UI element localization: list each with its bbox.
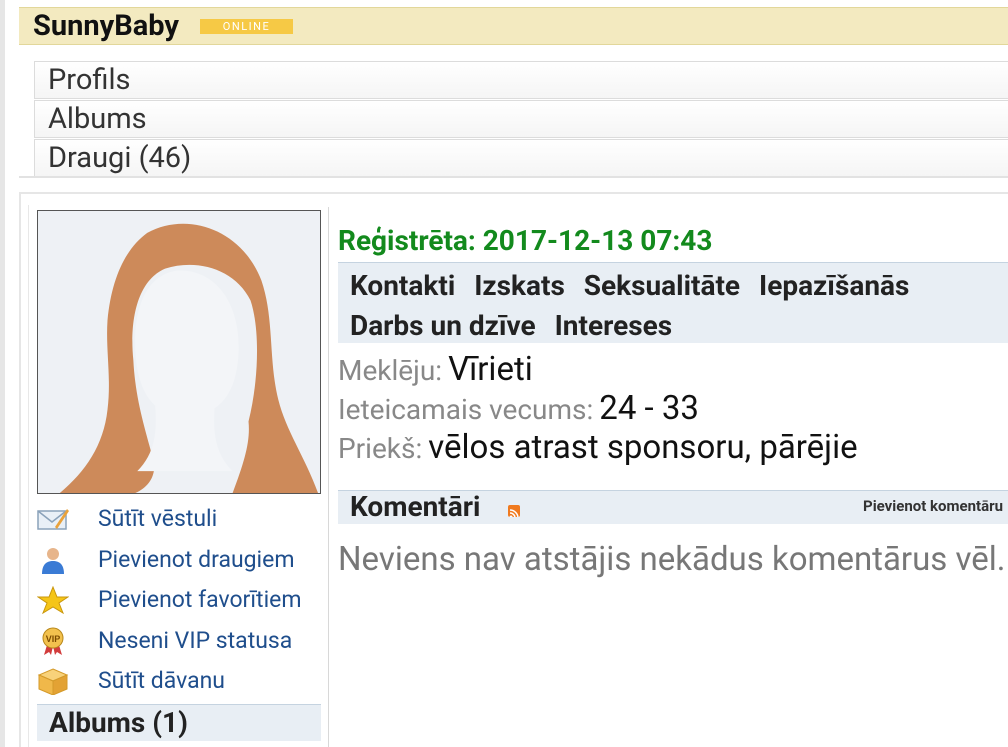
profile-photo-placeholder[interactable] xyxy=(37,210,321,494)
panel-left-border xyxy=(19,192,21,747)
tab-dating[interactable]: Iepazīšanās xyxy=(759,269,909,302)
registration-date: Reģistrēta: 2017-12-13 07:43 xyxy=(338,224,713,257)
field-value: vēlos atrast sponsoru, pārējie xyxy=(428,428,858,467)
user-icon xyxy=(42,547,64,574)
add-friend-link[interactable]: Pievienot draugiem xyxy=(98,545,295,575)
tab-interests[interactable]: Intereses xyxy=(555,309,672,342)
sidebar-right-border xyxy=(328,207,329,747)
online-status-badge: ONLINE xyxy=(200,19,293,34)
tab-profile[interactable]: Profils xyxy=(34,61,1008,99)
vip-medal-icon: VIP xyxy=(42,627,64,655)
send-gift-link[interactable]: Sūtīt dāvanu xyxy=(98,666,225,696)
field-value: Vīrieti xyxy=(448,350,533,389)
albums-heading[interactable]: Albums (1) xyxy=(37,704,321,741)
tab-sexuality[interactable]: Seksualitāte xyxy=(584,269,740,302)
profile-actions: Sūtīt vēstuli Pievienot draugiem Pievien… xyxy=(37,502,327,705)
vip-status-link[interactable]: Neseni VIP statusa xyxy=(98,626,292,656)
add-friend-action[interactable]: Pievienot draugiem xyxy=(37,543,327,584)
send-gift-action[interactable]: Sūtīt dāvanu xyxy=(37,664,327,705)
envelope-icon xyxy=(37,509,69,530)
field-preferred-age: Ieteicamais vecums: 24 - 33 xyxy=(338,389,699,428)
star-icon xyxy=(37,586,69,614)
tabs-divider xyxy=(19,176,1008,178)
female-silhouette-avatar xyxy=(38,211,320,493)
tab-contacts[interactable]: Kontakti xyxy=(350,269,455,302)
field-label: Ieteicamais vecums: xyxy=(338,393,594,426)
gift-box-icon xyxy=(37,668,69,695)
sidebar-left-border xyxy=(28,205,29,747)
tab-work-and-life[interactable]: Darbs un dzīve xyxy=(350,309,536,342)
field-purpose: Priekš: vēlos atrast sponsoru, pārējie xyxy=(338,428,858,467)
field-label: Priekš: xyxy=(338,432,423,465)
vip-status-action[interactable]: VIP Neseni VIP statusa xyxy=(37,624,327,665)
no-comments-message: Neviens nav atstājis nekādus komentārus … xyxy=(338,540,1006,579)
panel-top-border xyxy=(19,192,1008,194)
field-value: 24 - 33 xyxy=(599,389,699,428)
add-favorite-link[interactable]: Pievienot favorītiem xyxy=(98,585,302,615)
comments-title: Komentāri xyxy=(350,490,481,523)
svg-text:VIP: VIP xyxy=(46,634,61,644)
username: SunnyBaby xyxy=(33,9,179,43)
comments-header: Komentāri Pievienot komentāru xyxy=(338,490,1008,524)
add-favorite-action[interactable]: Pievienot favorītiem xyxy=(37,583,327,624)
field-label: Meklēju: xyxy=(338,354,443,387)
send-message-action[interactable]: Sūtīt vēstuli xyxy=(37,502,327,543)
tab-albums[interactable]: Albums xyxy=(34,100,1008,138)
profile-info-tabs: Kontakti Izskats Seksualitāte Iepazīšanā… xyxy=(338,262,1008,343)
tab-appearance[interactable]: Izskats xyxy=(474,269,565,302)
field-looking-for: Meklēju: Vīrieti xyxy=(338,350,533,389)
send-message-link[interactable]: Sūtīt vēstuli xyxy=(98,504,217,534)
tab-friends[interactable]: Draugi (46) xyxy=(34,139,1008,177)
rss-feed-icon[interactable] xyxy=(508,505,520,517)
profile-tabs: Profils Albums Draugi (46) xyxy=(34,61,1008,178)
profile-header: SunnyBaby ONLINE xyxy=(19,7,1008,45)
add-comment-link[interactable]: Pievienot komentāru xyxy=(863,496,1003,516)
page-left-rule xyxy=(0,0,5,747)
